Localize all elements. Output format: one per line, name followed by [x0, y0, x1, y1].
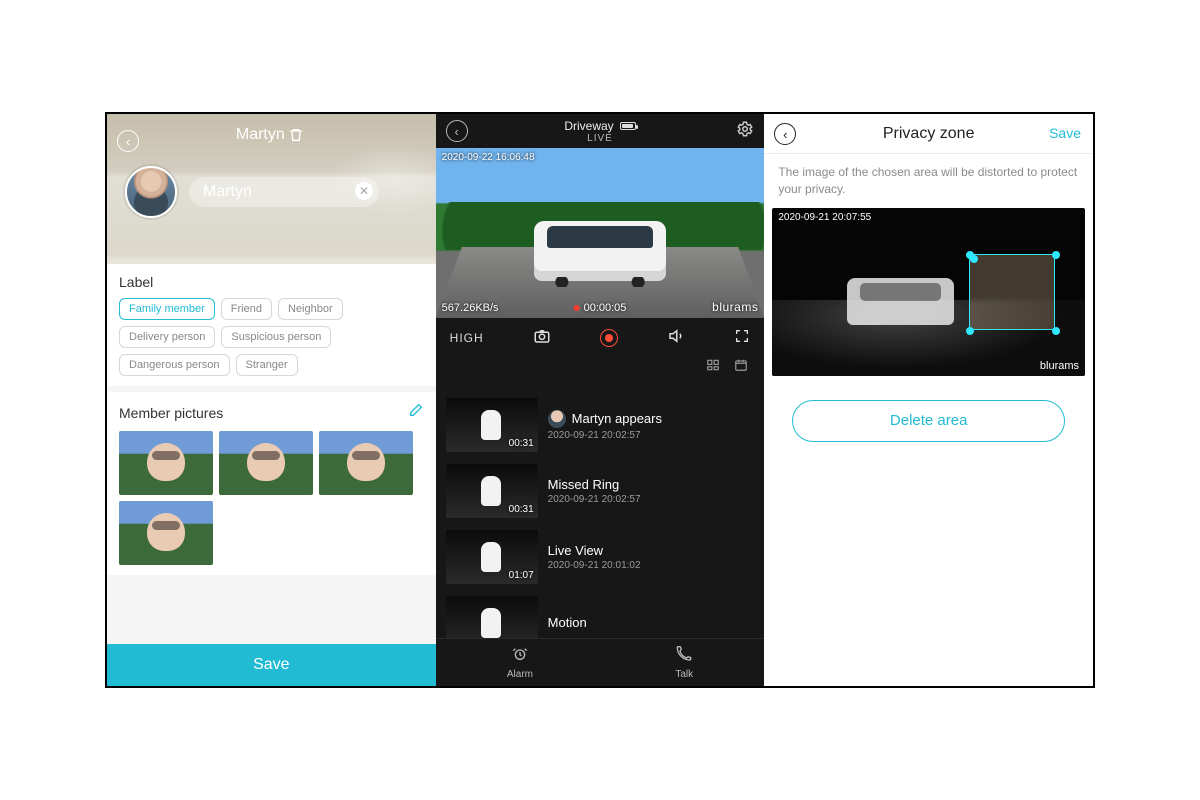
delete-icon[interactable] — [285, 124, 307, 146]
event-thumbnail: 00:31 — [446, 398, 538, 452]
description-text: The image of the chosen area will be dis… — [764, 154, 1093, 208]
event-title: Motion — [548, 615, 587, 630]
back-button[interactable]: ‹ — [117, 130, 139, 152]
save-button[interactable]: Save — [107, 644, 436, 686]
record-dot-icon — [574, 305, 580, 311]
event-date: 2020-09-21 20:01:02 — [548, 560, 641, 571]
bottom-bar: Alarm Talk — [436, 638, 765, 686]
event-title: Missed Ring — [548, 477, 641, 492]
label-chip[interactable]: Neighbor — [278, 298, 343, 320]
calendar-icon[interactable] — [734, 358, 748, 382]
pictures-grid — [119, 431, 424, 565]
quality-toggle[interactable]: HIGH — [450, 331, 484, 345]
save-link[interactable]: Save — [1049, 125, 1081, 141]
member-picture[interactable] — [119, 431, 213, 495]
page-title: Privacy zone — [883, 125, 975, 143]
label-chip[interactable]: Stranger — [236, 354, 298, 376]
back-button[interactable]: ‹ — [446, 120, 468, 142]
battery-icon — [620, 122, 636, 130]
name-input[interactable]: Martyn ✕ — [189, 177, 379, 207]
preview-brand: blurams — [1040, 360, 1079, 372]
pictures-header: Member pictures — [119, 405, 223, 421]
panel-live-feed: ‹ Driveway LIVE 2020-09-22 16:06:48 567.… — [436, 114, 765, 686]
overlay-recording: 00:00:05 — [574, 302, 627, 314]
video-feed[interactable]: 2020-09-22 16:06:48 567.26KB/s 00:00:05 … — [436, 148, 765, 318]
panel-person-profile: ‹ Martyn Martyn ✕ Label Family memberFri — [107, 114, 436, 686]
event-thumbnail — [446, 596, 538, 638]
alarm-icon — [512, 646, 528, 666]
event-duration: 01:07 — [509, 570, 534, 581]
event-row[interactable]: 00:31 Martyn appears 2020-09-21 20:02:57 — [436, 392, 765, 458]
label-section: Label Family member Friend Neighbor Deliver… — [107, 264, 436, 386]
preview-image[interactable]: 2020-09-21 20:07:55 blurams — [772, 208, 1085, 376]
label-chip-group: Family member Friend Neighbor Delivery pers… — [119, 298, 424, 376]
pictures-section: Member pictures — [107, 392, 436, 575]
label-chip[interactable]: Dangerous person — [119, 354, 230, 376]
privacy-zone-box[interactable] — [969, 254, 1055, 330]
gear-icon[interactable] — [736, 120, 754, 143]
member-picture[interactable] — [319, 431, 413, 495]
hero-backdrop: ‹ Martyn Martyn ✕ — [107, 114, 436, 264]
label-chip[interactable]: Friend — [221, 298, 272, 320]
event-thumbnail: 01:07 — [446, 530, 538, 584]
event-list[interactable]: 00:31Martyn appears2020-09-21 20:02:5700… — [436, 392, 765, 638]
preview-timestamp: 2020-09-21 20:07:55 — [778, 212, 871, 223]
fullscreen-icon[interactable] — [734, 328, 750, 349]
event-row[interactable]: 00:31 Missed Ring 2020-09-21 20:02:57 — [436, 458, 765, 524]
clear-input-icon[interactable]: ✕ — [355, 182, 373, 200]
event-duration: 00:31 — [509, 438, 534, 449]
page-title: Martyn — [236, 126, 285, 144]
speaker-icon[interactable] — [667, 327, 685, 350]
event-duration: 00:31 — [509, 504, 534, 515]
record-button[interactable] — [600, 329, 618, 347]
panel-privacy-zone: ‹ Privacy zone Save The image of the cho… — [764, 114, 1093, 686]
back-button[interactable]: ‹ — [774, 123, 796, 145]
name-input-value: Martyn — [203, 183, 252, 201]
event-thumbnail: 00:31 — [446, 464, 538, 518]
snapshot-icon[interactable] — [533, 327, 551, 350]
avatar[interactable] — [125, 166, 177, 218]
triptych-frame: ‹ Martyn Martyn ✕ Label Family memberFri — [105, 112, 1095, 688]
label-header: Label — [119, 274, 424, 290]
event-date: 2020-09-21 20:02:57 — [548, 430, 662, 441]
event-row[interactable]: 01:07 Live View 2020-09-21 20:01:02 — [436, 524, 765, 590]
event-title: Martyn appears — [548, 410, 662, 428]
overlay-timestamp: 2020-09-22 16:06:48 — [442, 152, 535, 163]
member-picture[interactable] — [219, 431, 313, 495]
live-badge: LIVE — [587, 133, 613, 144]
label-chip[interactable]: Suspicious person — [221, 326, 331, 348]
view-controls — [436, 358, 765, 382]
overlay-bitrate: 567.26KB/s — [442, 302, 499, 314]
list-view-icon[interactable] — [706, 358, 720, 382]
event-date: 2020-09-21 20:02:57 — [548, 494, 641, 505]
label-chip[interactable]: Delivery person — [119, 326, 215, 348]
event-title: Live View — [548, 543, 641, 558]
event-row[interactable]: Motion — [436, 590, 765, 638]
talk-button[interactable]: Talk — [675, 646, 693, 680]
camera-name: Driveway — [564, 119, 613, 133]
talk-icon — [676, 646, 692, 666]
overlay-brand: blurams — [712, 300, 758, 314]
delete-area-button[interactable]: Delete area — [792, 400, 1065, 442]
member-picture[interactable] — [119, 501, 213, 565]
control-bar: HIGH — [436, 318, 765, 358]
event-avatar — [548, 410, 566, 428]
alarm-button[interactable]: Alarm — [507, 646, 533, 680]
edit-icon[interactable] — [408, 402, 424, 423]
label-chip[interactable]: Family member — [119, 298, 215, 320]
